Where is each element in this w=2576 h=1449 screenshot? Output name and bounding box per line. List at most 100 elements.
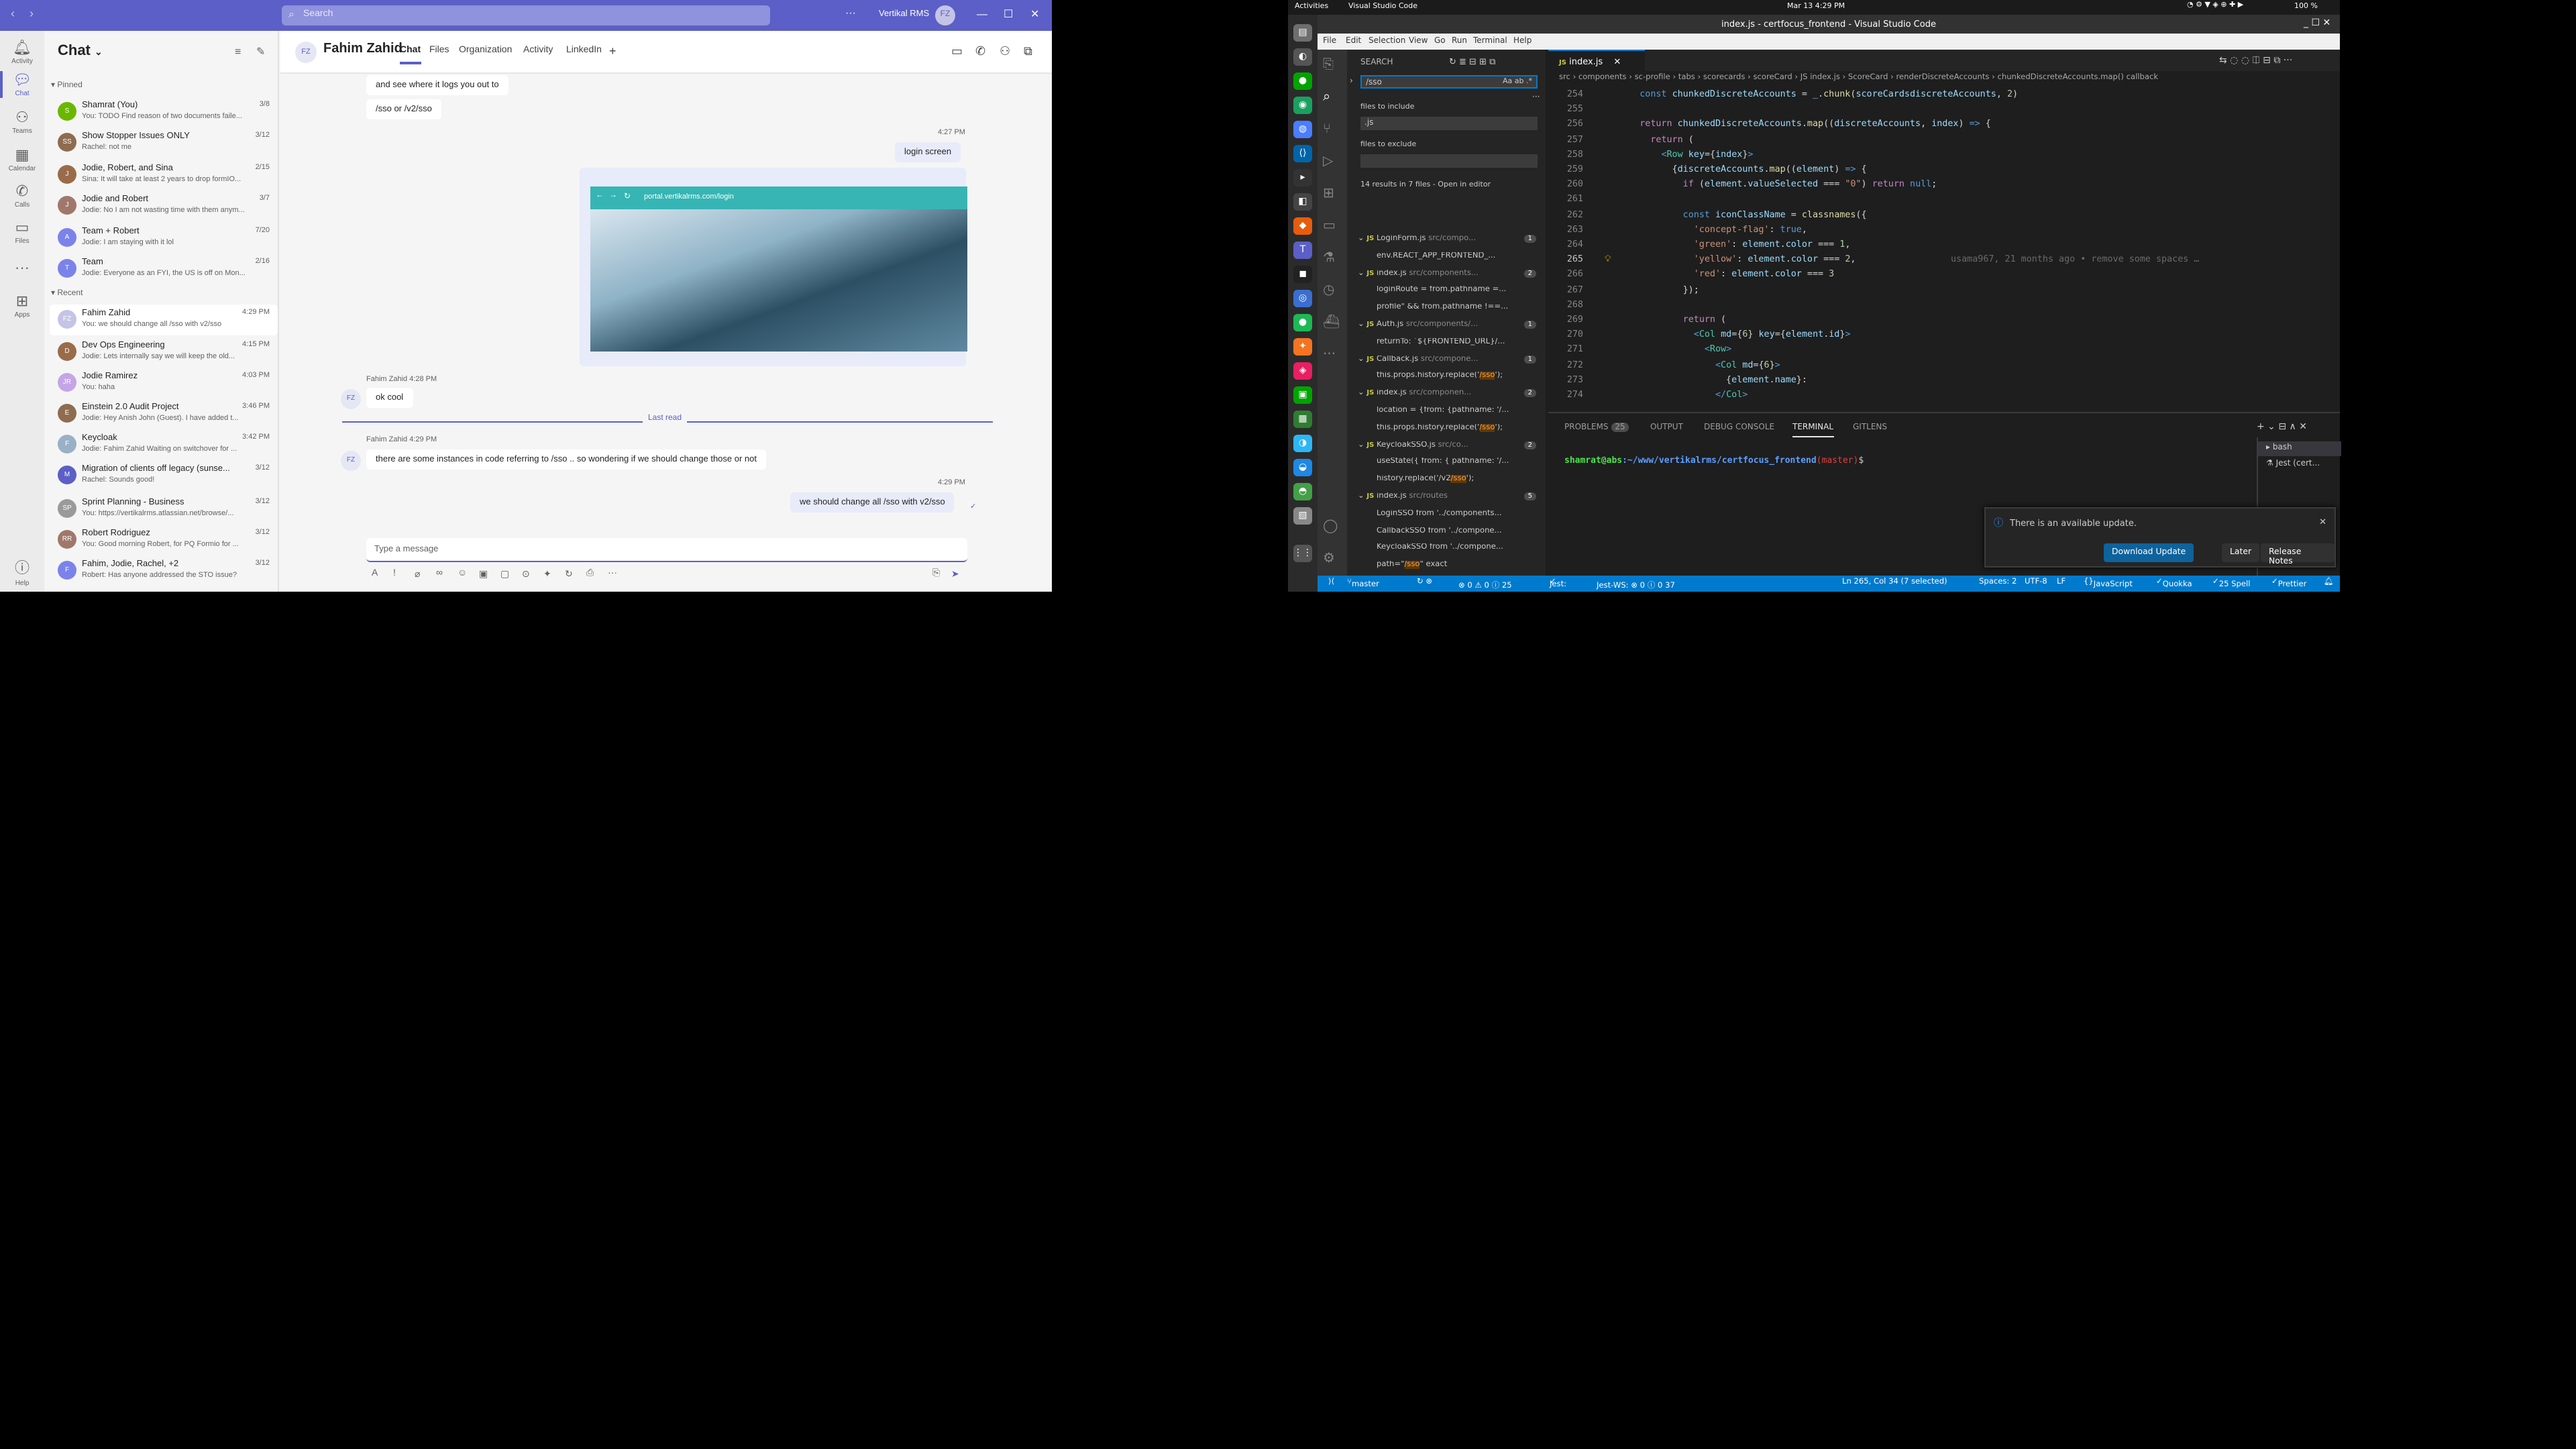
ellipsis-icon[interactable]: ···	[1323, 347, 1336, 362]
search-result-line[interactable]: env.REACT_APP_FRONTEND_...	[1358, 252, 1540, 267]
code-line[interactable]: 'green': element.color === 1,	[1618, 239, 1851, 250]
send-icon[interactable]: ➤	[951, 569, 959, 580]
code-line[interactable]: const iconClassName = classnames({	[1618, 209, 1867, 219]
search-result-file[interactable]: ⌄ JS index.js src/components... 2	[1358, 269, 1540, 284]
link-icon[interactable]: ∞	[436, 569, 443, 578]
code-line[interactable]: <Col md={6} key={element.id}>	[1618, 329, 1851, 339]
filter-icon[interactable]: ≡	[235, 46, 241, 58]
menu-view[interactable]: View	[1409, 36, 1428, 46]
chat-list-item[interactable]: S Shamrat (You) You: TODO Find reason of…	[50, 97, 278, 127]
loop-icon[interactable]: ↻	[565, 569, 573, 580]
app-icon[interactable]: ◑	[1293, 435, 1312, 452]
search-result-line[interactable]: path="/sso" exact	[1358, 561, 1540, 576]
language-mode[interactable]: {} JavaScript	[2084, 578, 2133, 589]
chat-list-title[interactable]: Chat ⌄	[58, 43, 103, 59]
tab-linkedin[interactable]: LinkedIn	[566, 46, 602, 55]
code-line[interactable]: {discreteAccounts.map((element) => {	[1618, 164, 1867, 174]
chat-list-item[interactable]: F Fahim, Jodie, Rachel, +2 Robert: Has a…	[50, 555, 278, 586]
search-result-line[interactable]: this.props.history.replace('/sso');	[1358, 423, 1540, 439]
tab-files[interactable]: Files	[429, 46, 449, 55]
menu-edit[interactable]: Edit	[1346, 36, 1361, 46]
breadcrumb[interactable]: src › components › sc-profile › tabs › s…	[1548, 71, 2340, 86]
terminal-prompt[interactable]: shamrat@abs:~/www/vertikalrms/certfocus_…	[1564, 455, 1864, 466]
exclude-input[interactable]	[1360, 154, 1538, 168]
gitlens-icon[interactable]: ◷	[1323, 283, 1334, 298]
code-line[interactable]: 'red': element.color === 3	[1618, 269, 1834, 280]
tab-problems[interactable]: PROBLEMS 25	[1564, 423, 1629, 432]
rail-apps[interactable]: ⊞ Apps	[0, 292, 44, 319]
praise-icon[interactable]: ✦	[543, 569, 551, 580]
release-notes-button[interactable]: Release Notes	[2261, 543, 2334, 566]
app-icon[interactable]: ◓	[1293, 483, 1312, 500]
testing-icon[interactable]: ⚗	[1323, 251, 1335, 266]
chat-list-item[interactable]: M Migration of clients off legacy (sunse…	[50, 460, 278, 491]
menu-selection[interactable]: Selection	[1368, 36, 1405, 46]
quokka-status[interactable]: ✓ Quokka	[2156, 578, 2192, 589]
search-result-line[interactable]: this.props.history.replace('/sso');	[1358, 372, 1540, 387]
files-icon[interactable]: ▤	[1293, 24, 1312, 42]
more-apps-button[interactable]: ···	[0, 260, 44, 278]
search-result-line[interactable]: location = {from: {pathname: '/...	[1358, 407, 1540, 421]
chevron-right-icon[interactable]: ›	[1350, 76, 1353, 86]
close-icon[interactable]: ✕	[1613, 56, 1621, 67]
tab-index-js[interactable]: JS index.js ✕	[1548, 50, 1645, 71]
new-chat-icon[interactable]: ✎	[256, 46, 265, 58]
forward-icon[interactable]: ›	[30, 7, 34, 20]
close-icon[interactable]: ✕	[1030, 8, 1039, 20]
teams-icon[interactable]: T	[1293, 241, 1312, 259]
back-icon[interactable]: ‹	[11, 7, 15, 20]
include-input[interactable]: .js	[1360, 117, 1538, 130]
branch-status[interactable]: ⑂ master	[1347, 578, 1379, 589]
clock[interactable]: Mar 13 4:29 PM	[1787, 3, 1845, 11]
window-controls[interactable]: _ ☐ ✕	[2304, 17, 2330, 28]
message-input[interactable]: Type a message	[366, 538, 967, 562]
problems-status[interactable]: ⊗ 0 ⚠ 0 ⓘ 25	[1458, 578, 1512, 590]
loop-component-icon[interactable]: ⎘	[932, 569, 940, 580]
source-control-icon[interactable]: ⑂	[1323, 122, 1331, 137]
search-result-file[interactable]: ⌄ JS index.js src/routes 5	[1358, 492, 1540, 507]
emoji-icon[interactable]: ☺	[458, 569, 467, 578]
format-icon[interactable]: A	[372, 569, 378, 578]
close-icon[interactable]: ✕	[2319, 517, 2326, 527]
recent-section-header[interactable]: ▾ Recent	[51, 288, 83, 298]
code-line[interactable]: return chunkedDiscreteAccounts.map((disc…	[1618, 119, 1991, 129]
chat-list-item[interactable]: RR Robert Rodriguez You: Good morning Ro…	[50, 525, 278, 555]
gear-icon[interactable]: ⚙	[1323, 551, 1335, 566]
avatar[interactable]: FZ	[935, 5, 955, 25]
gif-icon[interactable]: ▣	[479, 569, 488, 580]
search-result-line[interactable]: returnTo: `${FRONTEND_URL}/...	[1358, 338, 1540, 353]
code-line[interactable]: return (	[1618, 314, 1726, 325]
rail-chat[interactable]: 💬︎ Chat	[0, 71, 44, 98]
video-call-icon[interactable]: ▭	[951, 44, 963, 59]
code-line[interactable]: 'yellow': element.color === 2,	[1618, 254, 1856, 264]
editor-actions[interactable]: ⇆ ◌ ◌ ⎅ ⊟ ⧉ ···	[2219, 55, 2292, 67]
terminal-item-bash[interactable]: ▸ bash	[2258, 441, 2341, 456]
spell-status[interactable]: ✓ 25 Spell	[2212, 578, 2250, 589]
encoding[interactable]: UTF-8	[2025, 578, 2047, 586]
app-icon[interactable]: ◒	[1293, 459, 1312, 476]
prettier-status[interactable]: ✓ Prettier	[2271, 578, 2306, 589]
menu-go[interactable]: Go	[1434, 36, 1446, 46]
search-icon[interactable]: ⌕	[1323, 90, 1330, 105]
search-toolbar-icons[interactable]: ↻ ≣ ⊟ ⊞ ⧉	[1449, 56, 1495, 68]
tab-debug-console[interactable]: DEBUG CONSOLE	[1704, 423, 1774, 432]
maximize-icon[interactable]: ☐	[1004, 8, 1013, 20]
priority-icon[interactable]: !	[393, 569, 396, 578]
code-editor[interactable]: 254 const chunkedDiscreteAccounts = _.ch…	[1548, 86, 2340, 412]
search-result-line[interactable]: profile" && from.pathname !==...	[1358, 303, 1540, 318]
rail-activity[interactable]: 🔔︎ Activity	[0, 39, 44, 66]
chat-list-item[interactable]: E Einstein 2.0 Audit Project Jodie: Hey …	[50, 398, 278, 429]
search-result-line[interactable]: history.replace('/v2/sso');	[1358, 475, 1540, 490]
line-endings[interactable]: LF	[2057, 578, 2065, 586]
rail-calls[interactable]: ✆ Calls	[0, 182, 44, 209]
chat-list-item[interactable]: J Jodie, Robert, and Sina Sina: It will …	[50, 160, 278, 191]
app-icon[interactable]: ◐	[1293, 48, 1312, 66]
rail-help[interactable]: ⓘ Help	[0, 557, 44, 588]
docker-icon[interactable]: ⛴	[1323, 315, 1340, 330]
app-icon[interactable]: ◈	[1293, 362, 1312, 380]
app-icon[interactable]: ▧	[1293, 507, 1312, 525]
chrome-icon[interactable]: ◍	[1293, 121, 1312, 138]
search-result-line[interactable]: CallbackSSO from '../compone...	[1358, 527, 1540, 541]
attach-icon[interactable]: ⌀	[415, 569, 420, 580]
more-options-icon[interactable]: ···	[845, 7, 856, 19]
